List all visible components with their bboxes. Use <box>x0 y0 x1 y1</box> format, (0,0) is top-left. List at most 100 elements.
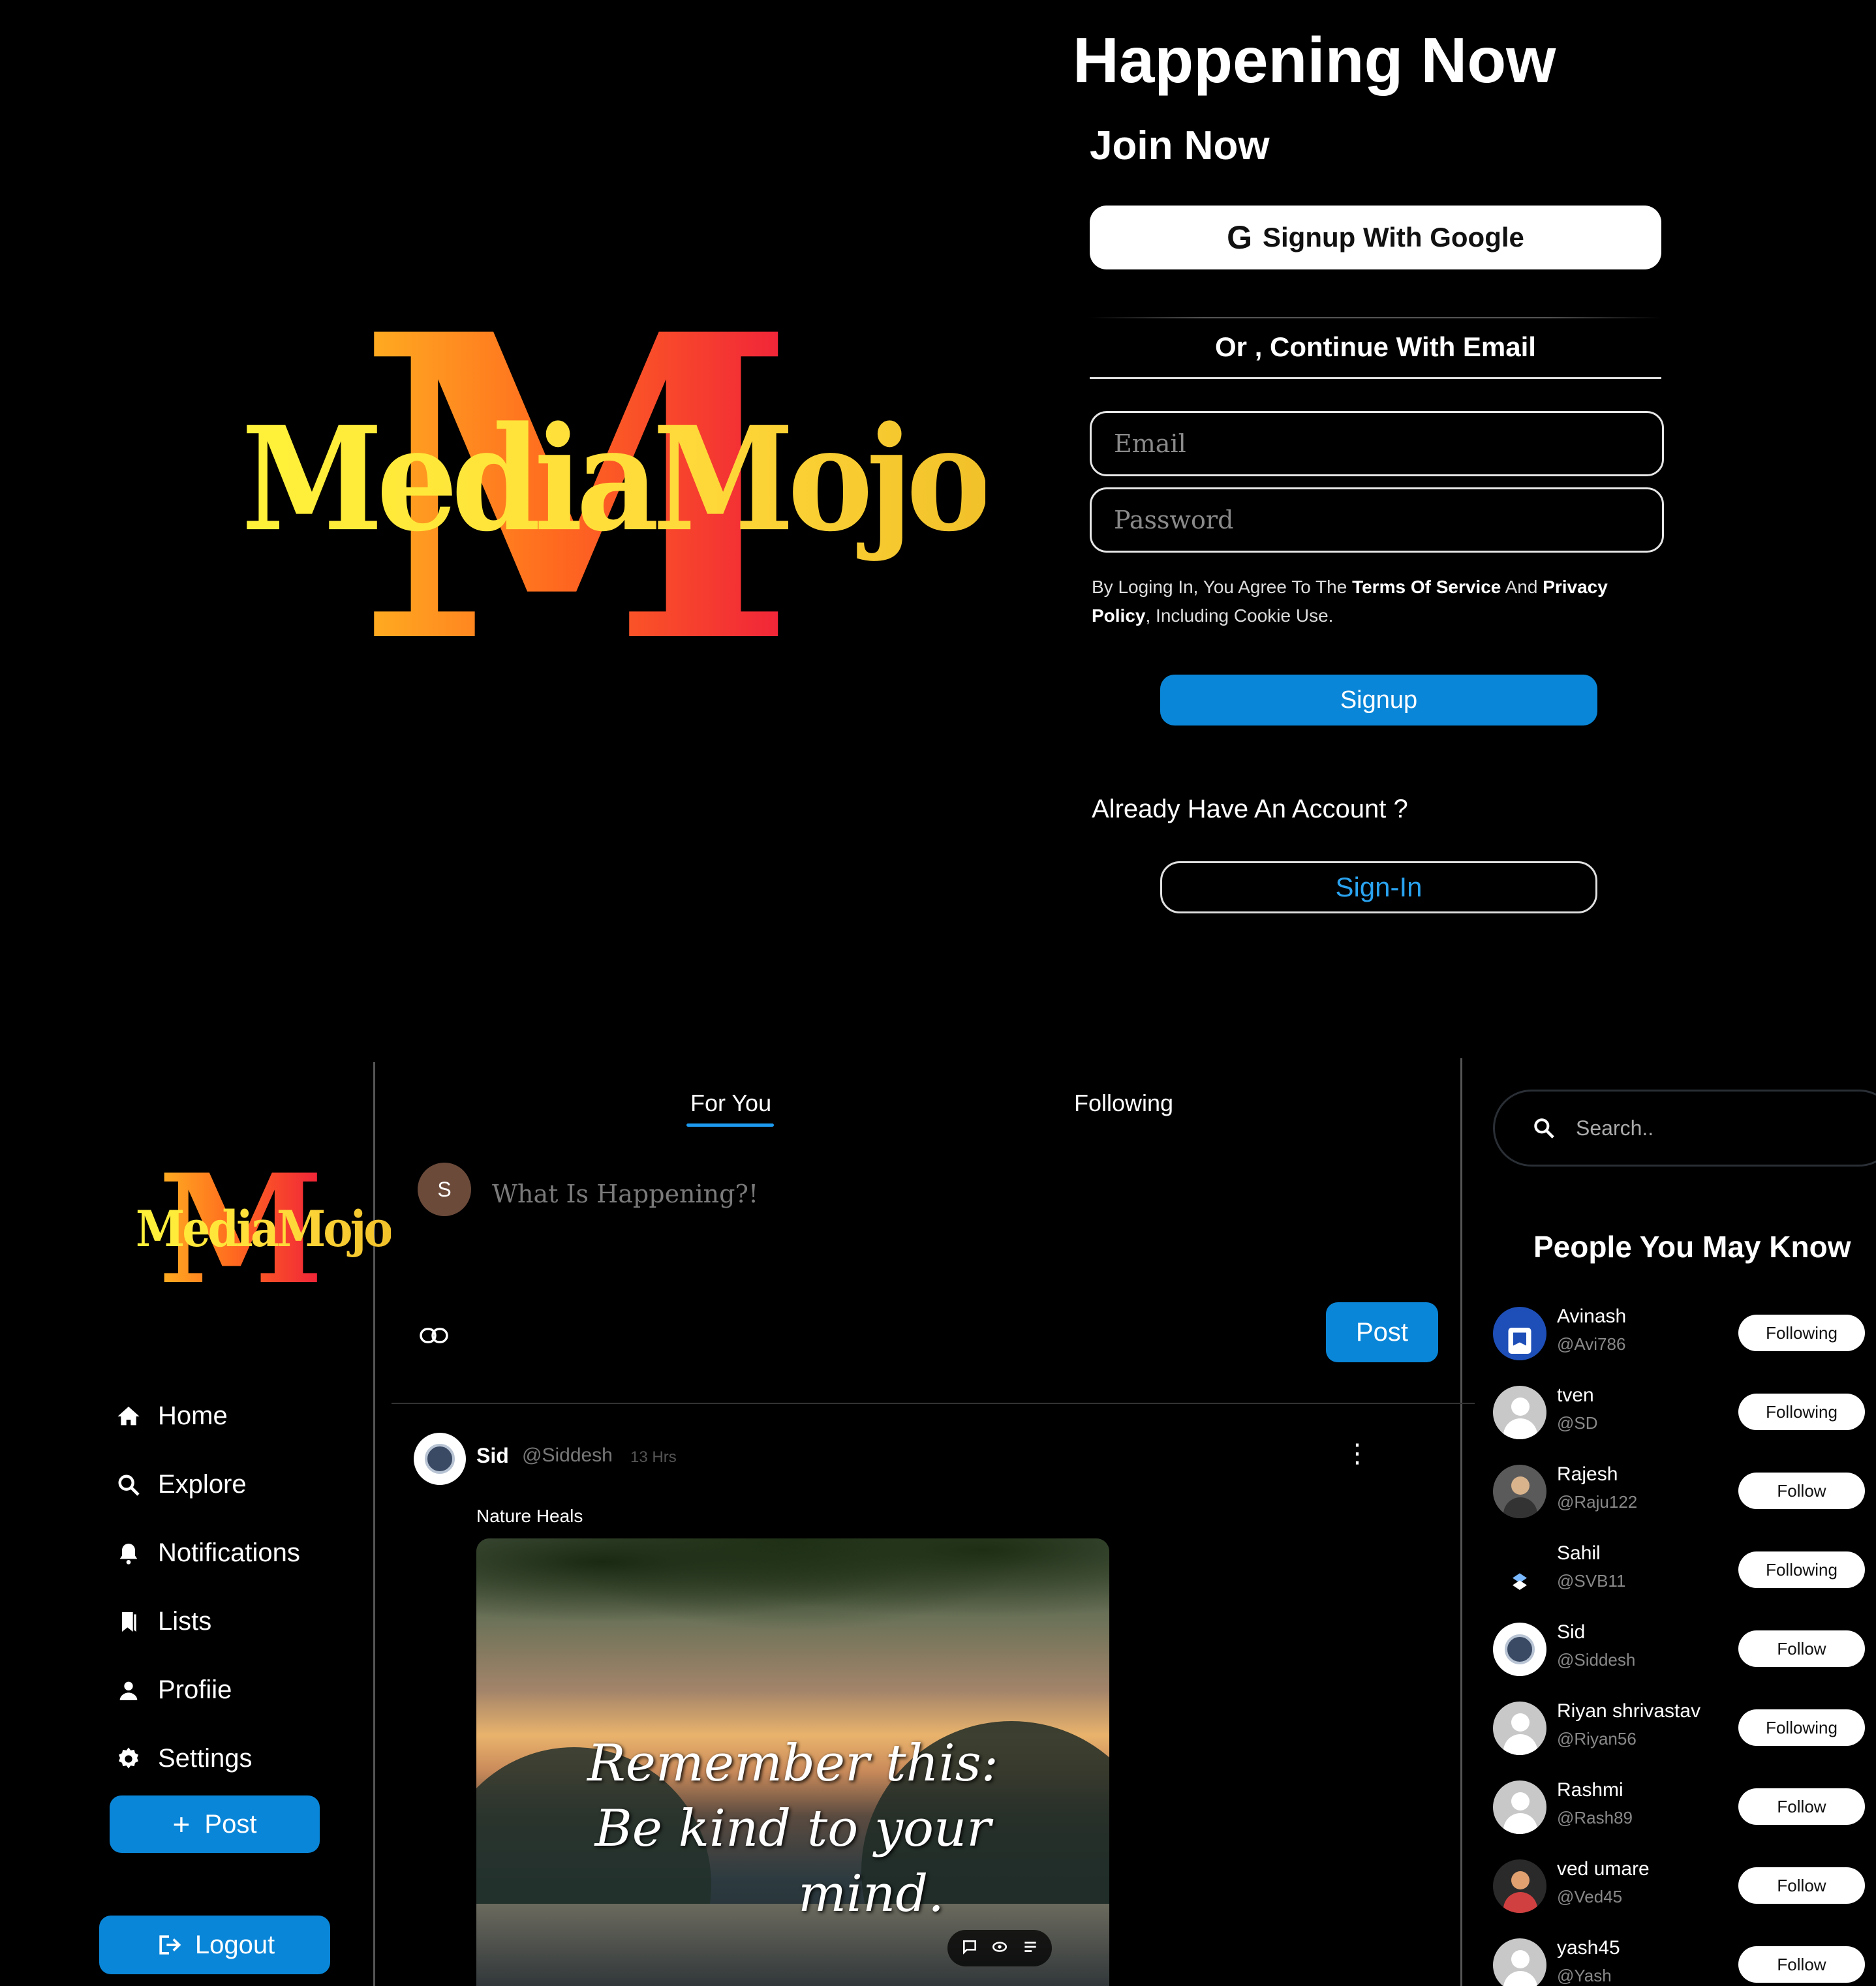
logout-icon <box>155 1931 183 1959</box>
sidebar-item-explore[interactable]: Explore <box>112 1450 300 1519</box>
view-icon[interactable] <box>991 1938 1008 1959</box>
password-field[interactable] <box>1090 487 1664 553</box>
divider <box>1090 317 1661 318</box>
list-icon[interactable] <box>1022 1938 1039 1959</box>
tab-following[interactable]: Following <box>1074 1090 1173 1117</box>
post-timestamp: 13 Hrs <box>630 1448 677 1466</box>
person-name[interactable]: Riyan shrivastav <box>1557 1700 1700 1722</box>
follow-button[interactable]: Following <box>1738 1394 1865 1430</box>
google-icon: G <box>1227 219 1252 256</box>
active-tab-indicator <box>686 1123 774 1127</box>
bell-icon <box>112 1537 145 1570</box>
avatar[interactable] <box>1493 1307 1546 1360</box>
follow-button[interactable]: Follow <box>1738 1473 1865 1509</box>
image-quote-line: Remember this: <box>587 1734 998 1793</box>
search-icon <box>112 1469 145 1501</box>
gear-icon <box>112 1743 145 1775</box>
signup-google-label: Signup With Google <box>1263 222 1524 252</box>
link-icon[interactable] <box>419 1326 449 1349</box>
follow-button[interactable]: Follow <box>1738 1630 1865 1667</box>
avatar[interactable] <box>1493 1623 1546 1676</box>
sidebar-post-button[interactable]: + Post <box>110 1795 320 1853</box>
tab-for-you[interactable]: For You <box>690 1090 771 1117</box>
sidebar-item-profile[interactable]: Profiie <box>112 1656 300 1724</box>
list-item: yash45 @Yash Follow <box>1493 1925 1876 1986</box>
list-item: Sahil @SVB11 Following <box>1493 1531 1876 1610</box>
post-image[interactable]: Remember this: Be kind to your mind. <box>476 1538 1109 1986</box>
logout-button[interactable]: Logout <box>99 1916 330 1974</box>
already-have-account-label: Already Have An Account ? <box>1092 795 1408 823</box>
follow-button[interactable]: Following <box>1738 1551 1865 1588</box>
logo-wordmark: MediaMojo <box>241 395 991 564</box>
list-item: tven @SD Following <box>1493 1373 1876 1452</box>
person-name[interactable]: ved umare <box>1557 1858 1650 1880</box>
image-quote-line: mind. <box>798 1865 944 1923</box>
person-handle: @Rash89 <box>1557 1808 1633 1827</box>
person-handle: @Ved45 <box>1557 1887 1623 1906</box>
post-author-name[interactable]: Sid <box>476 1444 509 1468</box>
follow-button[interactable]: Follow <box>1738 1788 1865 1825</box>
continue-with-email-label: Or , Continue With Email <box>1215 331 1536 362</box>
signin-button[interactable]: Sign-In <box>1160 861 1597 913</box>
avatar[interactable] <box>1493 1780 1546 1834</box>
person-name[interactable]: Sahil <box>1557 1542 1601 1565</box>
email-field[interactable] <box>1090 411 1664 476</box>
person-name[interactable]: Sid <box>1557 1621 1585 1643</box>
person-name[interactable]: tven <box>1557 1384 1594 1407</box>
search-placeholder: Search.. <box>1576 1116 1654 1140</box>
follow-button[interactable]: Follow <box>1738 1946 1865 1983</box>
person-icon <box>112 1674 145 1707</box>
signup-google-button[interactable]: G Signup With Google <box>1090 206 1661 269</box>
person-name[interactable]: Avinash <box>1557 1306 1626 1328</box>
list-item: Rashmi @Rash89 Follow <box>1493 1767 1876 1846</box>
signup-button[interactable]: Signup <box>1160 675 1597 726</box>
person-name[interactable]: Rashmi <box>1557 1779 1623 1801</box>
mediamojo-logo: M MediaMojo <box>235 281 991 698</box>
search-icon <box>1531 1116 1556 1140</box>
sidebar-item-notifications[interactable]: Notifications <box>112 1519 300 1587</box>
person-handle: @SD <box>1557 1413 1598 1433</box>
more-options-icon[interactable]: ⋮ <box>1344 1441 1370 1467</box>
people-you-may-know-title: People You May Know <box>1533 1230 1851 1264</box>
search-input[interactable]: Search.. <box>1493 1090 1876 1167</box>
list-item: Avinash @Avi786 Following <box>1493 1294 1876 1373</box>
comment-icon[interactable] <box>961 1938 978 1959</box>
person-handle: @Avi786 <box>1557 1334 1626 1354</box>
compose-input[interactable]: What Is Happening?! <box>492 1180 758 1208</box>
person-handle: @Raju122 <box>1557 1492 1638 1512</box>
avatar[interactable] <box>1493 1544 1546 1597</box>
page-headline: Happening Now <box>1073 24 1556 96</box>
person-name[interactable]: yash45 <box>1557 1937 1620 1959</box>
avatar[interactable] <box>1493 1702 1546 1755</box>
list-item: Sid @Siddesh Follow <box>1493 1610 1876 1688</box>
avatar[interactable] <box>1493 1859 1546 1913</box>
person-name[interactable]: Rajesh <box>1557 1463 1618 1486</box>
divider <box>392 1403 1475 1404</box>
avatar[interactable] <box>1493 1938 1546 1986</box>
sidebar-item-home[interactable]: Home <box>112 1382 300 1450</box>
follow-button[interactable]: Following <box>1738 1315 1865 1351</box>
image-quote-line: Be kind to your <box>594 1799 991 1858</box>
plus-icon: + <box>172 1807 191 1841</box>
sidebar-item-settings[interactable]: Settings <box>112 1724 300 1793</box>
terms-link[interactable]: Terms Of Service <box>1352 577 1501 597</box>
post-text: Nature Heals <box>476 1506 583 1526</box>
join-title: Join Now <box>1090 123 1270 168</box>
rightbar-divider <box>1460 1058 1462 1986</box>
follow-button[interactable]: Following <box>1738 1709 1865 1746</box>
list-item: Riyan shrivastav @Riyan56 Following <box>1493 1688 1876 1767</box>
avatar[interactable] <box>414 1433 466 1485</box>
list-item: ved umare @Ved45 Follow <box>1493 1846 1876 1925</box>
person-handle: @Siddesh <box>1557 1650 1636 1670</box>
sidebar-item-lists[interactable]: Lists <box>112 1587 300 1656</box>
home-icon <box>112 1400 145 1433</box>
avatar[interactable] <box>1493 1465 1546 1518</box>
sidebar-logo[interactable]: M MediaMojo <box>131 1155 393 1305</box>
avatar[interactable] <box>1493 1386 1546 1439</box>
post-button[interactable]: Post <box>1326 1302 1438 1362</box>
person-handle: @Riyan56 <box>1557 1729 1637 1749</box>
list-item: Rajesh @Raju122 Follow <box>1493 1452 1876 1531</box>
divider <box>1090 377 1661 379</box>
follow-button[interactable]: Follow <box>1738 1867 1865 1904</box>
person-handle: @Yash <box>1557 1966 1612 1985</box>
